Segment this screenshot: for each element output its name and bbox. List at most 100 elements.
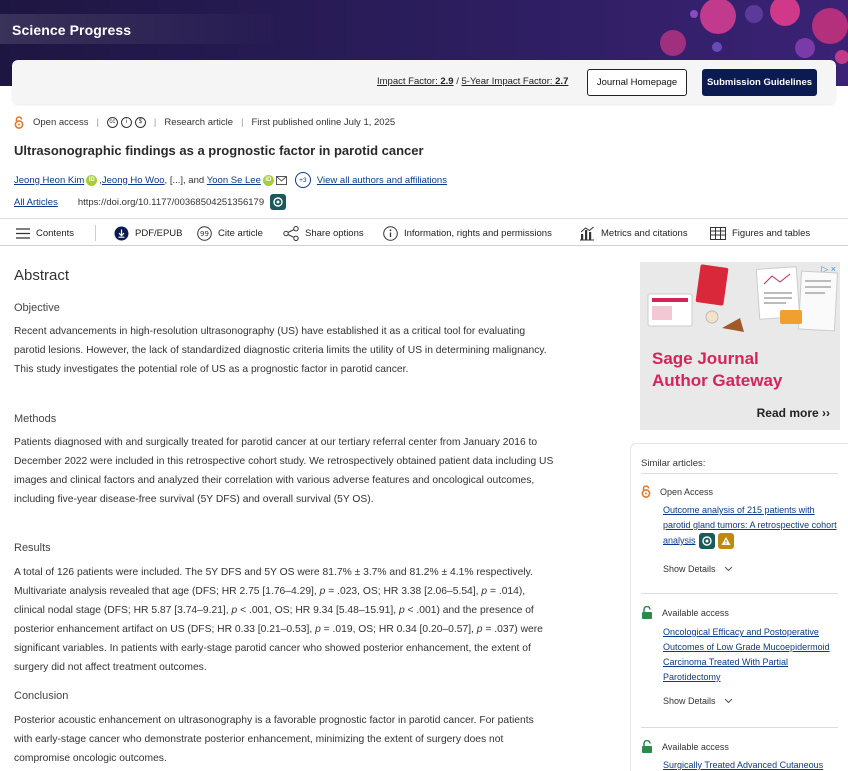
decor-dot [712,42,722,52]
access-status: Available access [641,606,729,619]
article-meta: Open access | cc i $ | Research article … [14,115,395,129]
similar-article-title: Outcome analysis of 215 patients with pa… [663,505,837,546]
access-label: Open Access [660,486,714,497]
author-link[interactable]: Jeong Ho Woo [102,175,165,186]
ad-title-line: Sage Journal [652,349,759,368]
author-link[interactable]: Yoon Se Lee [207,175,261,186]
cc-by-icon: i [120,116,132,128]
similar-article-link[interactable]: Oncological Efficacy and Postoperative O… [663,625,838,685]
doi-link[interactable]: https://doi.org/10.1177/0036850425135617… [78,197,264,208]
divider [641,593,838,594]
svg-text:99: 99 [200,230,209,238]
article-title: Ultrasonographic findings as a prognosti… [14,143,424,158]
open-access-icon [14,115,24,129]
impact-factor: Impact Factor: 2.9 / 5-Year Impact Facto… [377,76,568,87]
info-label: Information, rights and permissions [404,227,552,239]
decor-dot [690,10,698,18]
share-label: Share options [305,227,364,239]
abstract-heading: Abstract [14,267,70,284]
publication-date: First published online July 1, 2025 [251,116,396,128]
info-icon [383,225,398,241]
orcid-icon[interactable]: iD [86,174,98,186]
pdf-epub-button[interactable]: PDF/EPUB [114,219,183,247]
impact-factor-link[interactable]: Impact Factor: 2.9 [377,76,454,87]
conclusion-heading: Conclusion [14,690,69,702]
divider [641,727,838,728]
submission-guidelines-button[interactable]: Submission Guidelines [702,69,817,96]
show-details-toggle[interactable]: Show Details [663,696,733,706]
share-icon [283,225,299,241]
advertisement[interactable]: ▷ × Sage Journal Author Gateway Read more… [640,262,840,430]
similar-articles-heading: Similar articles: [641,458,706,469]
crossmark-icon[interactable] [698,533,715,549]
access-status: Open Access [641,485,713,498]
quote-icon: 99 [197,225,212,241]
warning-icon[interactable] [717,533,734,549]
methods-text: Patients diagnosed with and surgically t… [14,437,554,505]
results-heading: Results [14,542,51,554]
five-year-impact-link[interactable]: 5-Year Impact Factor: 2.7 [462,76,569,87]
divider: | [153,116,157,128]
ad-illustration [647,264,839,332]
chevron-down-icon [724,698,733,704]
impact-separator: / [453,76,462,87]
view-all-authors-link[interactable]: View all authors and affiliations [317,175,447,186]
author-ellipsis: , [...], and [164,174,207,186]
decor-dot [700,0,736,34]
conclusion-text: Posterior acoustic enhancement on ultras… [14,715,534,764]
email-icon[interactable] [275,175,287,185]
table-icon [710,226,726,240]
journal-name[interactable]: Science Progress [12,22,131,38]
license-icons[interactable]: cc i $ [106,116,146,128]
download-icon [114,226,129,240]
ad-read-more[interactable]: Read more ›› [757,406,830,420]
objective-text: Recent advancements in high-resolution u… [14,326,547,375]
objective-heading: Objective [14,302,60,314]
article-type: Research article [164,116,234,128]
decor-dot [835,50,848,64]
information-rights-button[interactable]: Information, rights and permissions [383,219,552,247]
divider: | [96,116,99,128]
contents-button[interactable]: Contents [16,219,74,247]
cc-icon: cc [106,116,118,128]
show-details-label: Show Details [663,696,716,706]
impact-label: Impact Factor: [377,76,441,87]
article-toolbar: Contents PDF/EPUB 99 Cite article Share … [0,218,848,246]
access-label: Available access [662,741,729,752]
metrics-citations-button[interactable]: Metrics and citations [579,219,688,247]
menu-icon [16,227,30,239]
cc-nc-icon: $ [134,116,146,128]
author-link[interactable]: Jeong Heon Kim [14,175,84,186]
journal-homepage-button[interactable]: Journal Homepage [587,69,687,96]
chevron-down-icon [724,566,733,572]
methods-heading: Methods [14,413,57,425]
five-year-value: 2.7 [555,76,569,87]
figures-label: Figures and tables [732,227,811,239]
decor-dot [660,30,686,56]
show-details-label: Show Details [663,564,716,574]
doi-row: All Articles https://doi.org/10.1177/003… [14,194,287,210]
decor-dot [795,38,815,58]
decor-dot [812,8,848,44]
more-authors-badge[interactable]: +3 [294,172,311,188]
lock-open-icon [642,740,652,753]
metrics-label: Metrics and citations [601,227,688,239]
orcid-icon[interactable]: iD [262,174,274,186]
decor-dot [770,0,800,26]
divider: | [241,116,244,128]
similar-article-link[interactable]: Outcome analysis of 215 patients with pa… [663,503,838,549]
crossmark-icon[interactable] [270,194,287,210]
all-articles-link[interactable]: All Articles [14,197,58,208]
figures-tables-button[interactable]: Figures and tables [710,219,810,247]
cite-article-button[interactable]: 99 Cite article [197,219,263,247]
show-details-toggle[interactable]: Show Details [663,564,733,574]
open-access-icon [641,485,651,498]
lock-open-icon [642,606,652,619]
similar-article-link[interactable]: Surgically Treated Advanced Cutaneous [663,758,838,771]
five-year-label: 5-Year Impact Factor: [461,76,556,87]
contents-label: Contents [36,227,75,239]
ad-title-line: Author Gateway [652,371,783,390]
share-options-button[interactable]: Share options [283,219,364,247]
impact-value: 2.9 [440,76,454,87]
author-list: Jeong Heon Kim iD , Jeong Ho Woo , [...]… [14,172,447,188]
